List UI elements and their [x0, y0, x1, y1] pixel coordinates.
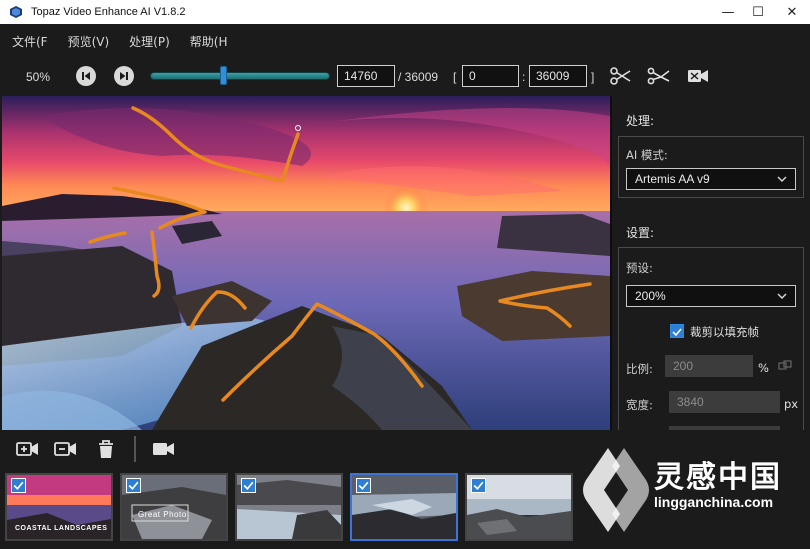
title-bar: Topaz Video Enhance AI V1.8.2 — ☐ ✕ — [0, 0, 810, 24]
preset-label: 预设: — [626, 261, 653, 275]
clip-thumbnail[interactable] — [465, 473, 573, 541]
skip-to-end-button[interactable] — [114, 66, 134, 86]
settings-panel: 处理: AI 模式: Artemis AA v9 设置: 预设: 200% 裁剪… — [612, 96, 810, 437]
watermark-name: 灵感中国 — [654, 460, 782, 495]
process-header: 处理: — [626, 114, 655, 128]
scale-unit: % — [758, 361, 769, 375]
window-title: Topaz Video Enhance AI V1.8.2 — [31, 6, 186, 18]
remove-clip-icon[interactable] — [54, 439, 78, 459]
add-clip-icon[interactable] — [16, 439, 40, 459]
chevron-down-icon — [777, 293, 787, 299]
scale-label: 比例: — [626, 362, 653, 376]
crop-fill-label: 裁剪以填充帧 — [690, 325, 759, 339]
menu-help[interactable]: 帮助(H — [190, 33, 228, 50]
clip-thumbnail[interactable]: Great Photo — [120, 473, 228, 541]
crop-fill-checkbox[interactable] — [670, 324, 684, 338]
zoom-level[interactable]: 50% — [26, 70, 50, 84]
clip-checkbox[interactable] — [471, 478, 486, 493]
settings-header: 设置: — [626, 226, 655, 240]
thumbnail-caption: Great Photo — [138, 510, 187, 519]
video-clip-icon[interactable] — [152, 439, 176, 459]
close-button[interactable]: ✕ — [774, 0, 810, 24]
preview-image — [2, 96, 610, 430]
menu-file[interactable]: 文件(F — [12, 33, 48, 50]
split-scissors-icon[interactable] — [647, 65, 671, 87]
range-separator: : — [522, 70, 526, 84]
range-end-input[interactable]: 36009 — [529, 65, 587, 87]
timeline-slider[interactable] — [150, 72, 330, 80]
width-input[interactable]: 3840 — [669, 391, 780, 413]
skip-back-icon — [82, 72, 90, 80]
scissors-icon[interactable] — [609, 65, 633, 87]
width-label: 宽度: — [626, 398, 653, 412]
clip-checkbox[interactable] — [126, 478, 141, 493]
video-camera-icon[interactable] — [686, 65, 710, 87]
ai-mode-select[interactable]: Artemis AA v9 — [626, 168, 796, 190]
chevron-down-icon — [777, 176, 787, 182]
app-window: Topaz Video Enhance AI V1.8.2 — ☐ ✕ 文件(F… — [0, 0, 810, 549]
current-frame-input[interactable]: 14760 — [337, 65, 395, 87]
ai-mode-label: AI 模式: — [626, 148, 668, 162]
site-watermark: 灵感中国 lingganchina.com — [576, 440, 810, 540]
timeline-slider-thumb[interactable] — [220, 66, 228, 85]
preset-select[interactable]: 200% — [626, 285, 796, 307]
range-start-input[interactable]: 0 — [462, 65, 519, 87]
skip-to-start-button[interactable] — [76, 66, 96, 86]
clip-checkbox[interactable] — [241, 478, 256, 493]
width-unit: px — [784, 397, 799, 411]
menu-process[interactable]: 处理(P) — [129, 33, 170, 50]
skip-forward-icon — [120, 72, 128, 80]
clip-checkbox[interactable] — [11, 478, 26, 493]
range-close-bracket: ] — [591, 70, 595, 84]
clip-checkbox[interactable] — [356, 478, 371, 493]
video-preview[interactable] — [2, 96, 610, 430]
menu-bar: 文件(F 预览(V) 处理(P) 帮助(H — [0, 24, 810, 58]
watermark-url: lingganchina.com — [654, 494, 774, 510]
playback-toolbar: 50% 14760 / 36009 [ 0 : 36009 ] — [0, 58, 810, 96]
trash-icon[interactable] — [94, 439, 118, 459]
clip-thumbnail[interactable]: COASTAL LANDSCAPES — [5, 473, 113, 541]
maximize-button[interactable]: ☐ — [740, 0, 776, 24]
ai-mode-value: Artemis AA v9 — [635, 172, 710, 186]
checkmark-icon — [672, 328, 682, 337]
preset-value: 200% — [635, 289, 666, 303]
link-ratio-icon[interactable] — [778, 360, 792, 372]
clip-thumbnail[interactable] — [235, 473, 343, 541]
range-open-bracket: [ — [453, 70, 457, 84]
scale-input[interactable]: 200 — [665, 355, 753, 377]
clip-thumbnail-selected[interactable] — [350, 473, 458, 541]
toolbar-separator — [134, 436, 136, 462]
total-frames: / 36009 — [398, 70, 439, 84]
topaz-logo-icon — [10, 6, 22, 18]
menu-preview[interactable]: 预览(V) — [68, 33, 110, 50]
thumbnail-caption: COASTAL LANDSCAPES — [15, 525, 108, 532]
